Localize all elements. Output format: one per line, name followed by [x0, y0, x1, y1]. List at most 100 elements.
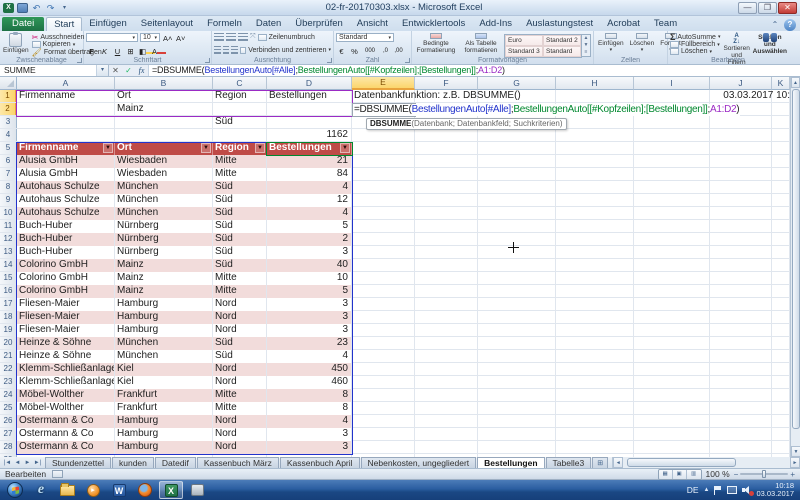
cell-E14[interactable]: [352, 259, 415, 272]
cell-G21[interactable]: [478, 350, 556, 363]
cell-H21[interactable]: [556, 350, 634, 363]
scroll-left-icon[interactable]: ◄: [613, 457, 623, 468]
paste-button[interactable]: Einfügen: [2, 32, 30, 55]
row-header-8[interactable]: 8: [0, 181, 17, 193]
cell-I5[interactable]: [634, 142, 710, 155]
excel-logo-icon[interactable]: X: [3, 3, 14, 13]
table-cell-D13[interactable]: 3: [267, 246, 352, 259]
cell-J9[interactable]: [710, 194, 772, 207]
orientation-icon[interactable]: ⤧: [250, 33, 256, 41]
table-cell-C14[interactable]: Süd: [213, 259, 267, 272]
cell-E5[interactable]: [352, 142, 415, 155]
row-header-1[interactable]: 1: [0, 90, 17, 102]
dialog-launcher[interactable]: [405, 58, 410, 63]
table-cell-B20[interactable]: München: [115, 337, 213, 350]
row-header-2[interactable]: 2: [0, 103, 17, 115]
minimize-button[interactable]: —: [738, 2, 757, 14]
currency-format-button[interactable]: €: [336, 46, 347, 55]
column-header-K[interactable]: K: [772, 77, 790, 90]
font-color-button[interactable]: A: [151, 46, 162, 55]
thousands-format-button[interactable]: 000: [362, 46, 378, 55]
cell-G7[interactable]: [478, 168, 556, 181]
row-header-7[interactable]: 7: [0, 168, 17, 180]
cell-B4[interactable]: [115, 129, 213, 142]
table-cell-D21[interactable]: 4: [267, 350, 352, 363]
row-header-11[interactable]: 11: [0, 220, 17, 232]
table-cell-B23[interactable]: Kiel: [115, 376, 213, 389]
cell-K10[interactable]: [772, 207, 790, 220]
cell-J13[interactable]: [710, 246, 772, 259]
cell-E20[interactable]: [352, 337, 415, 350]
row-header-12[interactable]: 12: [0, 233, 17, 245]
cell-K3[interactable]: [772, 116, 790, 129]
cell-J23[interactable]: [710, 376, 772, 389]
cell-E24[interactable]: [352, 389, 415, 402]
cell-K23[interactable]: [772, 376, 790, 389]
align-left-icon[interactable]: [214, 46, 221, 54]
table-cell-D7[interactable]: 84: [267, 168, 352, 181]
cell-I18[interactable]: [634, 311, 710, 324]
table-cell-B26[interactable]: Hamburg: [115, 415, 213, 428]
cell-F19[interactable]: [415, 324, 478, 337]
cell-J18[interactable]: [710, 311, 772, 324]
table-cell-B28[interactable]: Hamburg: [115, 441, 213, 454]
name-box[interactable]: SUMME: [0, 65, 97, 76]
cell-A4[interactable]: [17, 129, 115, 142]
cell-F23[interactable]: [415, 376, 478, 389]
table-cell-A24[interactable]: Möbel-Wolther: [17, 389, 115, 402]
table-cell-A12[interactable]: Buch-Huber: [17, 233, 115, 246]
table-cell-A16[interactable]: Colorino GmbH: [17, 285, 115, 298]
sheet-tab-kunden[interactable]: kunden: [112, 457, 154, 468]
taskbar-internet-explorer-icon[interactable]: e: [29, 481, 53, 499]
table-cell-C12[interactable]: Süd: [213, 233, 267, 246]
row-header-14[interactable]: 14: [0, 259, 17, 271]
table-cell-D17[interactable]: 3: [267, 298, 352, 311]
table-cell-D22[interactable]: 450: [267, 363, 352, 376]
cell-K5[interactable]: [772, 142, 790, 155]
table-cell-B11[interactable]: Nürnberg: [115, 220, 213, 233]
horizontal-scrollbar[interactable]: ◄ ►: [612, 457, 800, 468]
cell-G23[interactable]: [478, 376, 556, 389]
table-cell-B12[interactable]: Nürnberg: [115, 233, 213, 246]
sheet-tab-stundenzettel[interactable]: Stundenzettel: [45, 457, 111, 468]
row-header-22[interactable]: 22: [0, 363, 17, 375]
cell-I2[interactable]: [634, 103, 710, 116]
column-header-I[interactable]: I: [634, 77, 710, 90]
cell-H5[interactable]: [556, 142, 634, 155]
cell-B2[interactable]: Mainz: [115, 103, 213, 116]
taskbar-windows-explorer-icon[interactable]: [55, 481, 79, 499]
cell-J28[interactable]: [710, 441, 772, 454]
cell-I6[interactable]: [634, 155, 710, 168]
cell-H10[interactable]: [556, 207, 634, 220]
cell-D4[interactable]: 1162: [267, 129, 352, 142]
decrease-decimal-button[interactable]: ,00: [393, 46, 404, 55]
shrink-font-button[interactable]: A˅: [175, 33, 186, 42]
filter-dropdown-icon[interactable]: ▼: [340, 143, 350, 153]
table-cell-A18[interactable]: Fliesen-Maier: [17, 311, 115, 324]
sheet-tab-nebenkosten-ungegliedert[interactable]: Nebenkosten, ungegliedert: [361, 457, 477, 468]
cell-F20[interactable]: [415, 337, 478, 350]
minimize-ribbon-icon[interactable]: ⌃: [769, 19, 781, 31]
cell-A5[interactable]: Firmenname▼: [17, 142, 115, 155]
language-indicator[interactable]: DE: [687, 485, 699, 495]
cell-G5[interactable]: [478, 142, 556, 155]
cell-J2[interactable]: [710, 103, 772, 116]
cell-I25[interactable]: [634, 402, 710, 415]
cell-B5[interactable]: Ort▼: [115, 142, 213, 155]
table-cell-C16[interactable]: Mitte: [213, 285, 267, 298]
cell-H9[interactable]: [556, 194, 634, 207]
insert-cells-button[interactable]: Einfügen▾: [596, 32, 626, 55]
cell-E13[interactable]: [352, 246, 415, 259]
ribbon-tab-ansicht[interactable]: Ansicht: [350, 17, 395, 31]
row-header-25[interactable]: 25: [0, 402, 17, 414]
column-header-F[interactable]: F: [415, 77, 478, 90]
scroll-up-icon[interactable]: ▲: [791, 77, 800, 88]
cell-J21[interactable]: [710, 350, 772, 363]
cell-F17[interactable]: [415, 298, 478, 311]
sheet-tab-datedif[interactable]: Datedif: [155, 457, 196, 468]
row-header-19[interactable]: 19: [0, 324, 17, 336]
row-header-27[interactable]: 27: [0, 428, 17, 440]
table-cell-C17[interactable]: Nord: [213, 298, 267, 311]
cell-G11[interactable]: [478, 220, 556, 233]
cell-E26[interactable]: [352, 415, 415, 428]
